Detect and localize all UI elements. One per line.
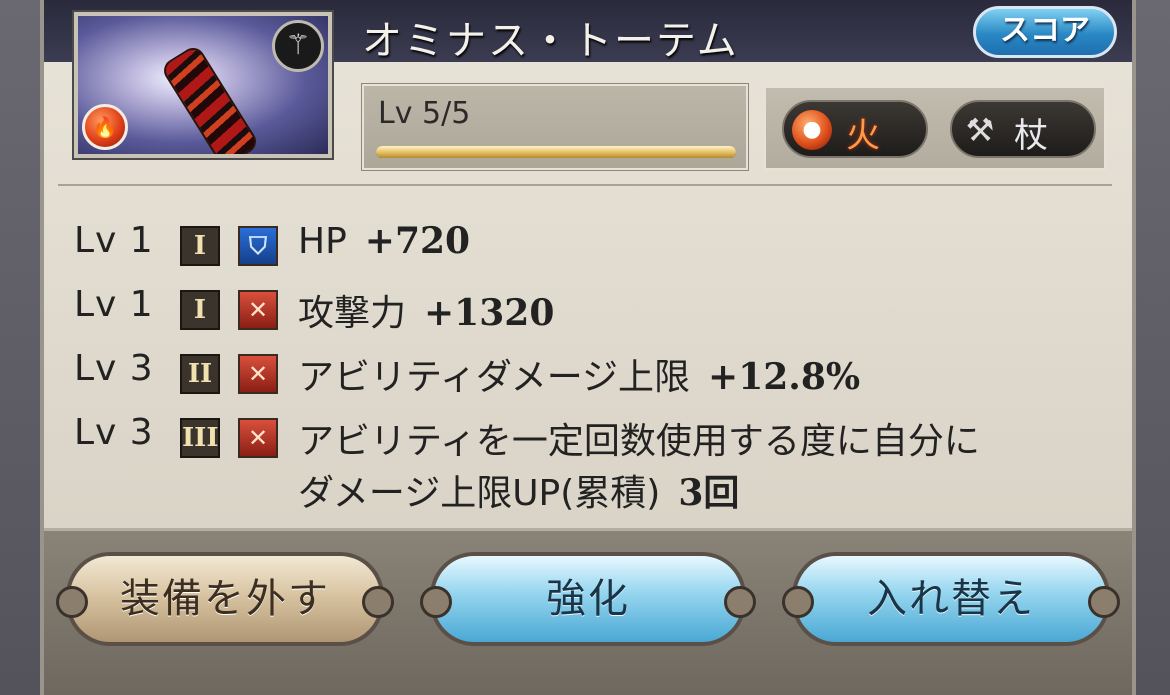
skill-desc-text: アビリティを一定回数使用する度に自分に [298,421,980,462]
skill-rank-icon: III [180,418,220,458]
attack-swords-icon: ✕ [238,290,278,330]
fire-icon: 🔥 [82,104,128,150]
totem-weapon-image [159,43,261,154]
skill-rank-icon: I [180,226,220,266]
upgrade-button[interactable]: 強化 [420,552,756,646]
weapon-type-label: 杖 [1014,116,1048,156]
staff-icon: ⚚ [272,20,324,72]
skill-value: +1320 [424,292,555,334]
staff-icon: ⚒ [965,111,995,149]
skill-desc-line2: ダメージ上限UP(累積) 3回 [298,464,739,516]
skill-level: Lv 3 [74,348,154,389]
level-progress-bar [376,146,736,158]
skill-desc-text: ダメージ上限UP(累積) [298,473,661,514]
attack-swords-icon: ✕ [238,418,278,458]
swap-button[interactable]: 入れ替え [782,552,1120,646]
fire-icon: ● [792,110,832,150]
skill-rank-icon: II [180,354,220,394]
element-label: 火 [846,116,880,156]
skill-level: Lv 1 [74,220,154,261]
weapon-type-badge: ⚒ 杖 [950,100,1096,158]
skill-desc: アビリティダメージ上限 +12.8% [298,348,860,400]
skill-desc: 攻撃力 +1320 [298,284,554,336]
skill-desc-text: アビリティダメージ上限 [298,357,691,398]
level-box: Lv 5/5 [361,83,749,171]
score-button[interactable]: スコア [973,6,1117,58]
hp-shield-icon: ⛉ [238,226,278,266]
skill-desc-text: 攻撃力 [298,293,407,334]
skill-level: Lv 3 [74,412,154,453]
skill-rank-icon: I [180,290,220,330]
skill-value: +12.8% [708,356,861,398]
divider [58,184,1112,186]
attack-swords-icon: ✕ [238,354,278,394]
level-progress-fill [376,146,736,158]
skill-level: Lv 1 [74,284,154,325]
skill-desc: HP +720 [298,220,470,262]
type-box: ● 火 ⚒ 杖 [764,86,1106,170]
item-thumbnail[interactable]: ⚚ 🔥 [72,10,334,160]
skill-value: +720 [364,220,471,262]
skill-desc-text: HP [298,221,347,262]
skill-value: 3回 [678,472,740,514]
level-text: Lv 5/5 [378,96,471,131]
unequip-button[interactable]: 装備を外す [56,552,394,646]
item-name: オミナス・トーテム [362,18,739,64]
element-badge: ● 火 [782,100,928,158]
